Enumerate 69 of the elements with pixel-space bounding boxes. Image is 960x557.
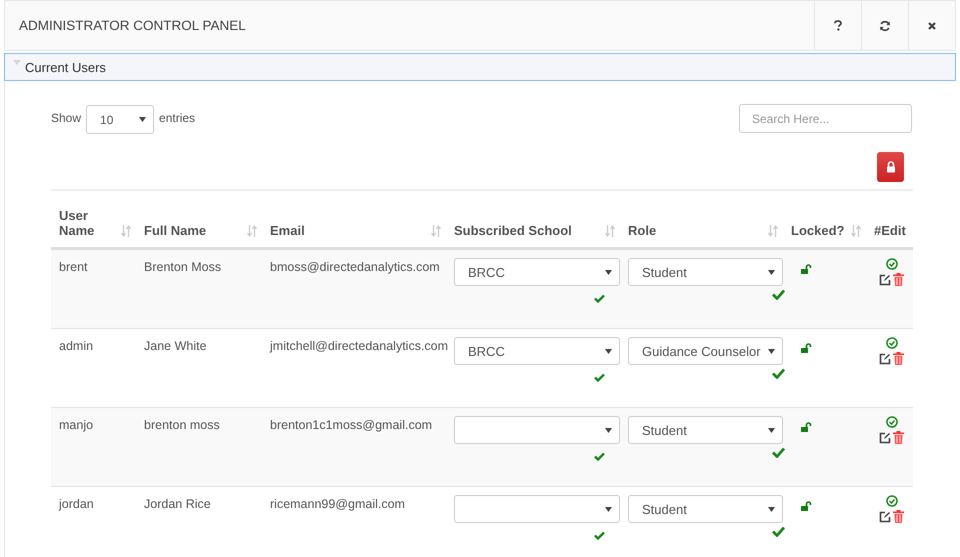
window-title: ADMINISTRATOR CONTROL PANEL — [18, 18, 246, 33]
trash-icon[interactable] — [893, 352, 904, 365]
caret-icon — [605, 270, 612, 274]
unlocked-lock-icon[interactable] — [801, 264, 812, 274]
full-name-cell: Jane White — [144, 339, 207, 353]
check-icon — [772, 447, 785, 458]
column-header[interactable]: Locked? — [791, 223, 844, 238]
lock-button[interactable] — [877, 152, 904, 182]
edit-icon[interactable] — [879, 510, 891, 522]
column-header[interactable]: User Name — [59, 208, 99, 238]
role-select[interactable]: Guidance Counselor — [628, 337, 783, 365]
check-icon — [594, 531, 605, 540]
school-select[interactable]: BRCC — [454, 258, 620, 286]
check-icon — [772, 289, 785, 300]
caret-icon — [768, 506, 775, 512]
full-name-cell: Jordan Rice — [144, 497, 211, 511]
check-icon — [594, 294, 605, 303]
caret-icon — [768, 428, 775, 432]
unlocked-lock-icon[interactable] — [801, 422, 812, 432]
search-field[interactable]: Search Here... — [739, 104, 912, 133]
email-cell: ricemann99@gmail.com — [270, 497, 405, 511]
column-header[interactable]: Full Name — [144, 223, 206, 238]
column-header[interactable]: Email — [270, 223, 305, 238]
column-header[interactable]: Role — [628, 223, 656, 238]
section-title: Current Users — [25, 60, 106, 74]
caret-icon — [605, 428, 612, 432]
caret-icon — [768, 348, 775, 354]
edit-icon[interactable] — [879, 432, 891, 444]
caret-icon — [139, 117, 146, 122]
full-name-cell: brenton moss — [144, 418, 220, 432]
entries-select[interactable]: 10 — [86, 105, 154, 134]
lock-icon — [886, 161, 896, 173]
username-cell: manjo — [59, 418, 94, 432]
unlocked-lock-icon[interactable] — [801, 343, 812, 353]
caret-icon — [768, 270, 775, 274]
school-select[interactable]: BRCC — [454, 337, 620, 365]
check-circle-icon[interactable] — [886, 258, 898, 270]
edit-icon[interactable] — [879, 274, 891, 286]
check-circle-icon[interactable] — [886, 337, 898, 349]
username-cell: jordan — [59, 497, 94, 511]
role-select[interactable]: Student — [628, 258, 783, 286]
check-circle-icon[interactable] — [886, 416, 898, 428]
email-cell: bmoss@directedanalytics.com — [270, 260, 440, 274]
trash-icon[interactable] — [893, 510, 904, 523]
section-header[interactable]: Current Users — [4, 53, 956, 81]
entries-label: entries — [159, 110, 196, 124]
refresh-icon — [879, 20, 891, 32]
full-name-cell: Brenton Moss — [144, 260, 222, 274]
show-label: Show — [51, 110, 82, 124]
check-icon — [772, 368, 785, 379]
check-icon — [594, 373, 605, 382]
check-circle-icon[interactable] — [886, 495, 898, 507]
email-cell: jmitchell@directedanalytics.com — [270, 339, 448, 353]
role-select[interactable]: Student — [628, 495, 783, 523]
username-cell: admin — [59, 339, 94, 353]
caret-icon — [605, 348, 612, 354]
help-icon — [834, 20, 842, 31]
username-cell: brent — [59, 260, 88, 274]
edit-icon[interactable] — [879, 352, 891, 364]
column-header[interactable]: Subscribed School — [454, 223, 572, 238]
caret-icon — [605, 506, 612, 512]
column-header: #Edit — [874, 223, 906, 238]
unlocked-lock-icon[interactable] — [801, 501, 812, 511]
check-icon — [594, 452, 605, 461]
check-icon — [772, 526, 785, 537]
close-icon — [927, 20, 937, 30]
caret-icon — [13, 60, 21, 66]
role-select[interactable]: Student — [628, 416, 783, 444]
email-cell: brenton1c1moss@gmail.com — [270, 418, 432, 432]
